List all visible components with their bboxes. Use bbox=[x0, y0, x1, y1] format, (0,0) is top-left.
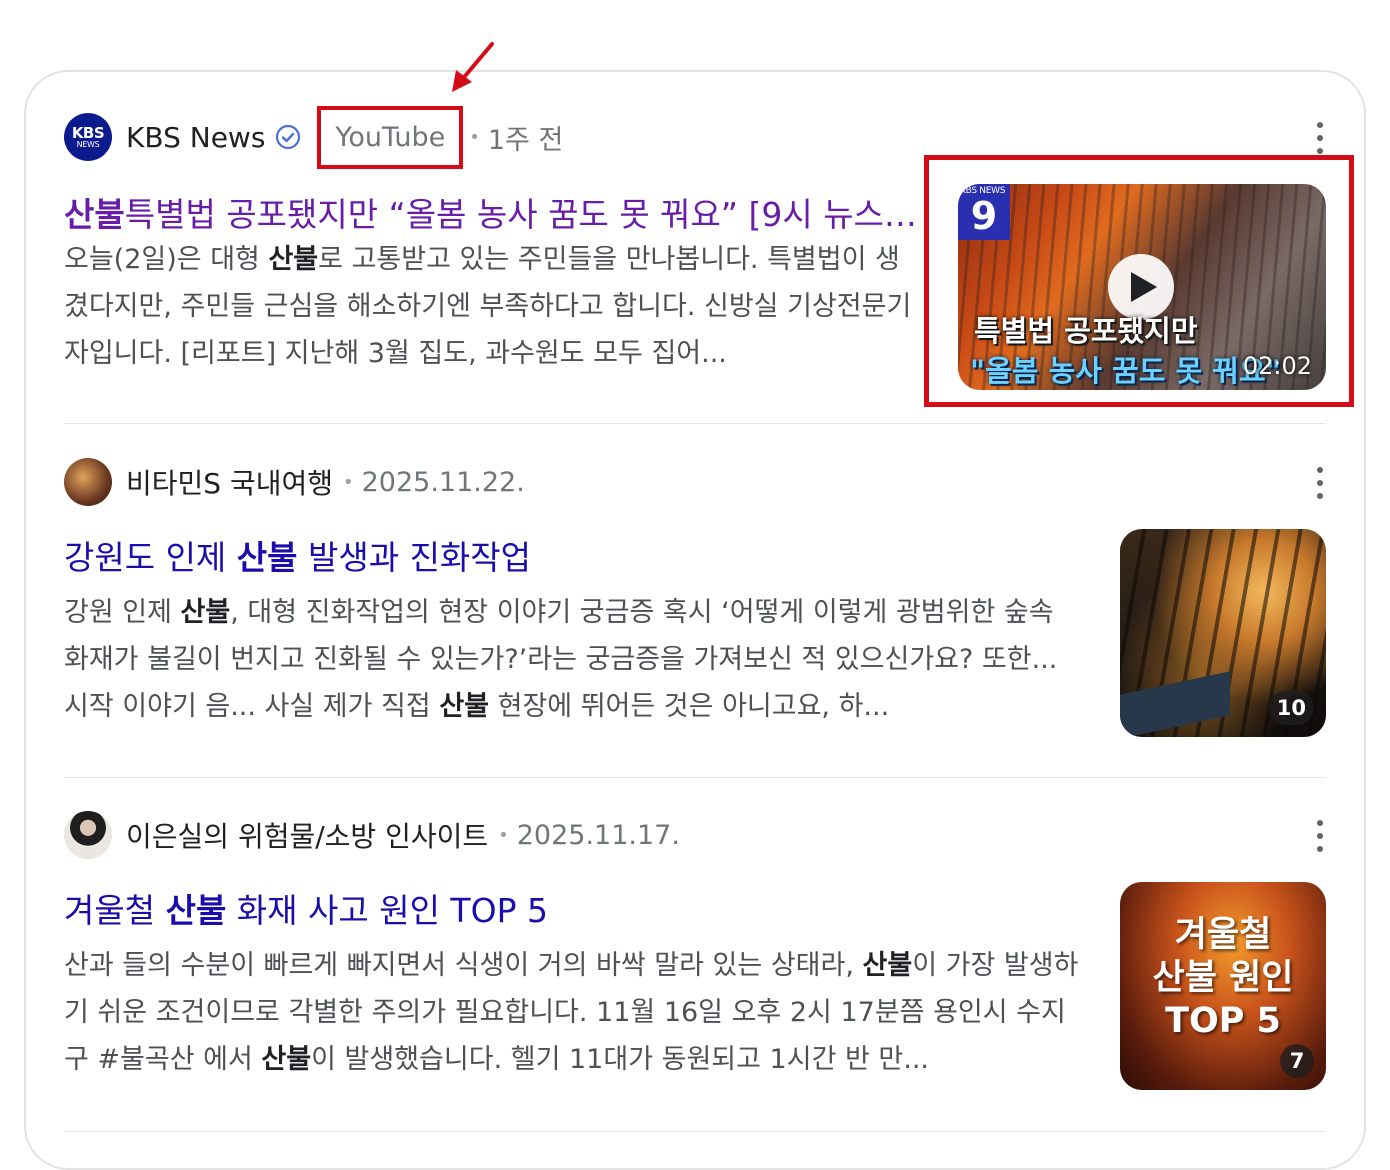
result-divider bbox=[64, 1131, 1326, 1132]
source-platform: YouTube bbox=[335, 121, 446, 153]
verified-check-icon bbox=[275, 124, 301, 150]
title-keyword: 산불 bbox=[64, 195, 125, 234]
separator-dot: • bbox=[469, 126, 480, 148]
more-options-icon[interactable] bbox=[1314, 122, 1326, 154]
image-count-badge: 10 bbox=[1268, 691, 1314, 725]
title-text: 특별법 공포됐지만 “올봄 농사 꿈도 못 꿔요” [9시 뉴스] ... bbox=[124, 195, 920, 234]
result-source[interactable]: KBS NEWS KBS News YouTube • 1주 전 bbox=[64, 105, 564, 169]
result-title-link[interactable]: 산불특별법 공포됐지만 “올봄 농사 꿈도 못 꿔요” [9시 뉴스] ... bbox=[64, 188, 920, 236]
video-thumbnail[interactable]: 9 KBS NEWS 특별법 공포됐지만 "올봄 농사 꿈도 못 꿔요" 02:… bbox=[958, 184, 1326, 390]
source-name: 비타민S 국내여행 bbox=[126, 467, 333, 500]
image-count-badge: 7 bbox=[1280, 1044, 1314, 1078]
thumbnail-caption-2: "올봄 농사 꿈도 못 꿔요" bbox=[970, 354, 1281, 388]
image-thumbnail[interactable]: 10 bbox=[1120, 529, 1326, 737]
channel-avatar bbox=[64, 458, 112, 506]
video-duration: 02:02 bbox=[1242, 352, 1312, 380]
more-options-icon[interactable] bbox=[1314, 467, 1326, 499]
result-title-link[interactable]: 겨울철 산불 화재 사고 원인 TOP 5 bbox=[64, 884, 1054, 932]
image-thumbnail[interactable]: 겨울철 산불 원인 TOP 5 7 bbox=[1120, 882, 1326, 1090]
result-snippet: 강원 인제 산불, 대형 진화작업의 현장 이야기 궁금증 혹시 ‘어떻게 이렇… bbox=[64, 597, 1058, 722]
result-divider bbox=[64, 423, 1326, 424]
more-options-icon[interactable] bbox=[1314, 820, 1326, 852]
annotation-arrow-icon bbox=[452, 42, 494, 92]
search-result-1: KBS NEWS KBS News YouTube • 1주 전 산불특별법 공… bbox=[64, 105, 1354, 424]
source-time: 1주 전 bbox=[487, 124, 564, 156]
result-snippet: 산과 들의 수분이 빠르게 빠지면서 식생이 거의 바싹 말라 있는 상태라, … bbox=[64, 950, 1079, 1075]
source-name: KBS News bbox=[126, 120, 266, 154]
thumbnail-caption: 겨울철 산불 원인 TOP 5 bbox=[1152, 915, 1294, 1041]
separator-dot: • bbox=[498, 824, 509, 846]
separator-dot: • bbox=[343, 471, 354, 493]
thumbnail-caption-1: 특별법 공포됐지만 bbox=[974, 314, 1198, 348]
channel-avatar bbox=[64, 811, 112, 859]
thumbnail-logo: KBS NEWS bbox=[960, 186, 1006, 196]
source-time: 2025.11.17. bbox=[516, 819, 680, 851]
source-time: 2025.11.22. bbox=[361, 466, 525, 498]
result-source[interactable]: 이은실의 위험물/소방 인사이트 • 2025.11.17. bbox=[64, 810, 680, 860]
search-result-2: 비타민S 국내여행 • 2025.11.22. 강원도 인제 산불 발생과 진화… bbox=[64, 457, 1326, 777]
result-source[interactable]: 비타민S 국내여행 • 2025.11.22. bbox=[64, 457, 525, 507]
search-result-3: 이은실의 위험물/소방 인사이트 • 2025.11.17. 겨울철 산불 화재… bbox=[64, 810, 1326, 1130]
source-name: 이은실의 위험물/소방 인사이트 bbox=[126, 820, 489, 853]
result-title-link[interactable]: 강원도 인제 산불 발생과 진화작업 bbox=[64, 531, 1054, 579]
result-snippet: 오늘(2일)은 대형 산불로 고통받고 있는 주민들을 만나봅니다. 특별법이 … bbox=[64, 244, 912, 369]
annotation-highlight-box: YouTube bbox=[317, 105, 464, 169]
result-divider bbox=[64, 777, 1326, 778]
kbs-news-logo-icon: KBS NEWS bbox=[64, 113, 112, 161]
